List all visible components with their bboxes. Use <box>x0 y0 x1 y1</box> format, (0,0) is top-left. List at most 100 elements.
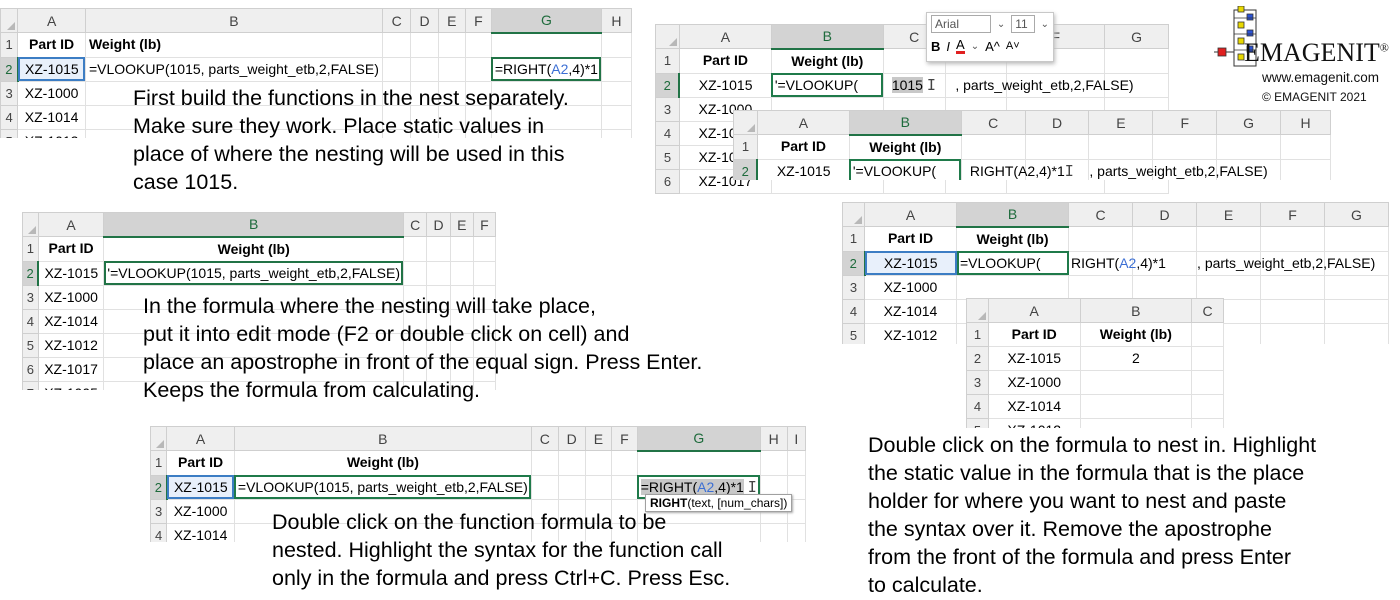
cell[interactable] <box>584 450 613 476</box>
col-header-b[interactable]: B <box>84 8 383 33</box>
col-header-e[interactable]: E <box>1196 202 1261 227</box>
cell-formula-vlookup[interactable]: =VLOOKUP(1015, parts_weight_etb,2,FALSE) <box>233 474 532 500</box>
cell[interactable] <box>1068 274 1133 300</box>
italic-button[interactable]: I <box>946 39 950 54</box>
col-header-g[interactable]: G <box>1324 202 1389 227</box>
col-header-f[interactable]: F <box>1260 202 1325 227</box>
cell[interactable] <box>410 32 439 58</box>
col-header-d[interactable]: D <box>1132 202 1197 227</box>
col-header-b[interactable]: B <box>770 24 884 50</box>
col-header-b[interactable]: B <box>103 212 404 238</box>
row-header-1[interactable]: 1 <box>842 226 865 252</box>
row-header-5[interactable]: 5 <box>22 332 39 358</box>
cell[interactable] <box>786 522 806 542</box>
cell-part-id[interactable]: XZ-1005 <box>37 380 105 390</box>
cell[interactable] <box>426 236 451 262</box>
col-header-h[interactable]: H <box>600 8 632 33</box>
cell-part-id[interactable]: XZ-1012 <box>987 418 1081 428</box>
cell[interactable] <box>759 522 788 542</box>
row-header-2[interactable]: 2 <box>655 72 681 98</box>
cell[interactable] <box>402 236 428 262</box>
col-header-c[interactable]: C <box>1068 202 1133 227</box>
grow-font-button[interactable]: A^ <box>985 39 1000 54</box>
cell[interactable] <box>472 236 496 262</box>
cell[interactable] <box>426 260 451 286</box>
row-header-6[interactable]: 6 <box>22 356 39 382</box>
cell-header-weight[interactable]: Weight (lb) <box>233 450 532 476</box>
col-header-d[interactable]: D <box>557 426 586 451</box>
cell[interactable] <box>410 56 439 82</box>
row-header-4[interactable]: 4 <box>0 104 19 130</box>
row-header-1[interactable]: 1 <box>150 450 168 476</box>
col-header-c[interactable]: C <box>960 110 1026 135</box>
row-header-2[interactable]: 2 <box>966 346 989 371</box>
cell-part-id[interactable]: XZ-1015 <box>987 346 1081 371</box>
cell[interactable] <box>1324 298 1389 324</box>
row-header-3[interactable]: 3 <box>150 498 168 524</box>
cell[interactable] <box>1191 322 1224 347</box>
cell[interactable] <box>1196 274 1261 300</box>
cell[interactable] <box>1152 134 1218 160</box>
cell-part-id[interactable]: XZ-1015 <box>678 72 772 98</box>
cell[interactable] <box>600 32 632 58</box>
cell[interactable] <box>1132 274 1197 300</box>
shrink-font-button[interactable]: A˅ <box>1006 40 1020 52</box>
col-header-f[interactable]: F <box>472 212 496 237</box>
col-header-h[interactable]: H <box>1280 110 1331 135</box>
font-size-box[interactable]: 11 <box>1011 15 1035 33</box>
cell[interactable] <box>1104 48 1169 74</box>
cell[interactable] <box>1191 394 1224 419</box>
cell-header-part-id[interactable]: Part ID <box>756 134 850 160</box>
col-header-d[interactable]: D <box>426 212 451 237</box>
row-header-5[interactable]: 5 <box>842 322 865 344</box>
col-header-f[interactable]: F <box>1152 110 1218 135</box>
cell[interactable] <box>611 450 638 476</box>
col-header-a[interactable]: A <box>37 212 105 237</box>
col-header-f[interactable]: F <box>464 8 492 33</box>
bold-button[interactable]: B <box>931 39 940 54</box>
brand-url[interactable]: www.emagenit.com <box>1262 70 1379 85</box>
cell[interactable] <box>1260 274 1325 300</box>
cell[interactable] <box>402 260 428 286</box>
cell[interactable] <box>437 56 466 82</box>
cell-header-weight[interactable]: Weight (lb) <box>84 32 383 58</box>
row-header-2[interactable]: 2 <box>22 260 40 286</box>
cell-part-id[interactable]: XZ-1012 <box>17 128 86 138</box>
select-all-corner[interactable] <box>842 202 865 227</box>
cell[interactable] <box>1068 226 1133 252</box>
col-header-e[interactable]: E <box>584 426 613 451</box>
cell[interactable] <box>1260 226 1325 252</box>
row-header-4[interactable]: 4 <box>842 298 865 324</box>
cell-part-id[interactable]: XZ-1000 <box>17 80 86 106</box>
col-header-a[interactable]: A <box>864 202 957 227</box>
col-header-f[interactable]: F <box>611 426 638 451</box>
row-header-1[interactable]: 1 <box>733 134 758 160</box>
select-all-corner[interactable] <box>733 110 758 135</box>
col-header-e[interactable]: E <box>1088 110 1154 135</box>
chevron-down-icon[interactable]: ⌄ <box>1041 19 1049 30</box>
cell[interactable] <box>1324 322 1389 344</box>
row-header-1[interactable]: 1 <box>22 236 39 262</box>
row-header-1[interactable]: 1 <box>0 32 19 58</box>
cell-header-part-id[interactable]: Part ID <box>37 236 105 262</box>
cell[interactable] <box>1196 226 1261 252</box>
col-header-c[interactable]: C <box>530 426 559 451</box>
cell[interactable] <box>464 56 492 82</box>
cell-part-id[interactable]: XZ-1015 <box>37 260 105 286</box>
cell-part-id[interactable]: XZ-1014 <box>37 308 105 334</box>
cell-part-id[interactable]: XZ-1015 <box>756 158 850 180</box>
cell[interactable] <box>530 474 559 500</box>
cell-part-id[interactable]: XZ-1015 <box>166 474 235 500</box>
cell-part-id[interactable]: XZ-1017 <box>37 356 105 382</box>
cell[interactable] <box>600 128 632 138</box>
row-header-2[interactable]: 2 <box>733 158 759 180</box>
cell-formula-pasted[interactable]: '=VLOOKUP(RIGHT(A2,4)*1I , parts_weight_… <box>848 158 1268 180</box>
cell[interactable] <box>1079 370 1193 395</box>
cell-header-weight[interactable]: Weight (lb) <box>848 134 962 160</box>
cell-formula-apostrophe[interactable]: '=VLOOKUP(1015, parts_weight_etb,2,FALSE… <box>103 260 404 286</box>
col-header-d[interactable]: D <box>410 8 439 33</box>
select-all-corner[interactable] <box>0 8 19 33</box>
row-header-3[interactable]: 3 <box>842 274 865 300</box>
cell-part-id[interactable]: XZ-1014 <box>166 522 235 542</box>
cell[interactable] <box>381 32 412 58</box>
